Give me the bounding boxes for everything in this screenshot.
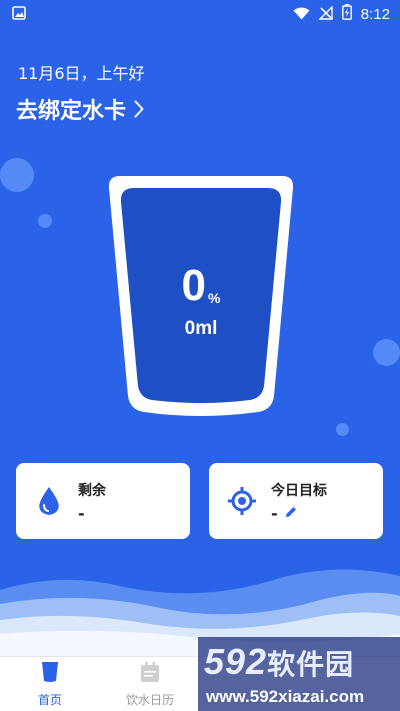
bind-water-card-link[interactable]: 去绑定水卡	[16, 93, 144, 125]
percent-unit: %	[208, 290, 221, 306]
watermark-overlay: 592软件园 www.592xiazai.com	[198, 637, 400, 711]
bubble-decoration	[336, 423, 349, 436]
goal-value: -	[271, 503, 278, 523]
bubble-decoration	[373, 339, 400, 366]
nav-item-home[interactable]: 首页	[0, 657, 100, 711]
goal-title: 今日目标	[271, 482, 327, 499]
image-icon	[12, 5, 26, 24]
battery-charging-icon	[341, 4, 352, 24]
cup-icon	[40, 661, 60, 687]
goal-value-row: -	[271, 504, 327, 523]
bubble-decoration	[0, 158, 34, 192]
nav-label-home: 首页	[37, 693, 62, 707]
status-time: 8:12	[360, 5, 390, 23]
watermark-brand-number: 592	[204, 641, 268, 682]
target-icon	[227, 486, 257, 516]
pencil-icon[interactable]	[284, 504, 298, 523]
status-bar: 8:12	[0, 0, 400, 28]
bind-card-label: 去绑定水卡	[16, 99, 127, 124]
water-drop-icon	[34, 486, 64, 516]
nav-label-calendar: 饮水日历	[125, 693, 174, 707]
percent-value: 0	[181, 261, 207, 310]
water-cup[interactable]: 0 % 0ml	[106, 174, 296, 422]
nav-item-calendar[interactable]: 饮水日历	[100, 657, 200, 711]
bubble-decoration	[38, 214, 52, 228]
remaining-title: 剩余	[78, 482, 106, 499]
calendar-icon	[139, 661, 161, 687]
watermark-brand: 592软件园	[204, 641, 354, 683]
remaining-card: 剩余 -	[16, 463, 190, 539]
amount-value: 0ml	[184, 318, 218, 339]
remaining-value: -	[78, 503, 85, 523]
greeting-text: 11月6日，上午好	[18, 64, 145, 83]
no-signal-icon	[318, 4, 333, 24]
wifi-icon	[293, 5, 310, 24]
watermark-url: www.592xiazai.com	[206, 687, 365, 706]
percent-display: 0 %	[106, 264, 296, 308]
watermark-brand-cn: 软件园	[267, 648, 355, 681]
daily-goal-card[interactable]: 今日目标 -	[209, 463, 383, 539]
chevron-right-icon	[134, 100, 144, 118]
